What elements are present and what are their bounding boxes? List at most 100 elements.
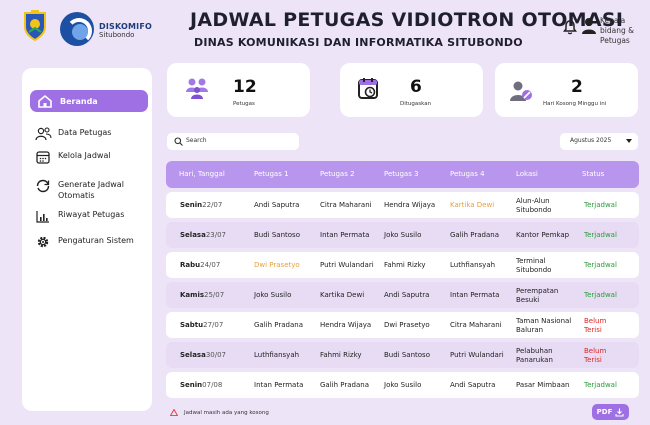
row-day: Selasa30/07 — [180, 351, 226, 359]
warning-text: Jadwal masih ada yang kosong — [184, 409, 269, 416]
row-day: Rabu24/07 — [180, 261, 221, 269]
chart-icon — [36, 211, 49, 223]
search-placeholder: Search — [186, 137, 207, 144]
search-input[interactable]: Search — [167, 133, 299, 150]
brand-title: DISKOMIFO — [99, 22, 153, 31]
table-row[interactable]: Rabu24/07 Dwi Prasetyo Putri Wulandari F… — [166, 252, 639, 278]
table-row[interactable]: Selasa23/07 Budi Santoso Intan Permata J… — [166, 222, 639, 248]
row-petugas-2: Kartika Dewi — [320, 291, 365, 299]
row-petugas-4: Galih Pradana — [450, 231, 499, 239]
gear-icon — [37, 236, 49, 248]
team-icon — [186, 78, 208, 99]
column-header: Petugas 3 — [384, 170, 419, 178]
row-petugas-4: Luthfiansyah — [450, 261, 496, 269]
row-petugas-2: Hendra Wijaya — [320, 321, 372, 329]
refresh-icon — [36, 179, 50, 193]
row-day: Senin22/07 — [180, 201, 223, 209]
notification-bell-icon[interactable] — [562, 19, 578, 35]
sidebar-item-label: Generate Jadwal Otomatis — [58, 180, 124, 200]
row-petugas-4: Kartika Dewi — [450, 201, 495, 209]
sidebar-item-generate-jadwal[interactable]: Generate Jadwal Otomatis — [30, 179, 148, 201]
calendar-icon — [36, 151, 50, 164]
app-header: DISKOMIFO Situbondo JADWAL PETUGAS VIDIO… — [0, 0, 650, 55]
user-icon[interactable] — [581, 17, 597, 35]
row-petugas-1: Dwi Prasetyo — [254, 261, 300, 269]
row-lokasi: Pasar Mimbaan — [516, 381, 570, 389]
table-header: Hari, Tanggal Petugas 1 Petugas 2 Petuga… — [166, 161, 639, 188]
row-petugas-4: Citra Maharani — [450, 321, 502, 329]
sidebar-item-pengaturan[interactable]: Pengaturan Sistem — [30, 235, 148, 249]
stat-card-ditugaskan: 6 Ditugaskan — [340, 63, 483, 117]
kominfo-logo-icon — [60, 12, 94, 46]
row-lokasi: Perempatan Besuki — [516, 287, 559, 304]
sidebar-item-data-petugas[interactable]: Data Petugas — [30, 127, 148, 141]
row-petugas-1: Andi Saputra — [254, 201, 300, 209]
table-row[interactable]: Selasa30/07 Luthfiansyah Fahmi Rizky Bud… — [166, 342, 639, 368]
column-header: Petugas 4 — [450, 170, 485, 178]
column-header: Petugas 1 — [254, 170, 289, 178]
row-status: Terjadwal — [584, 291, 617, 299]
home-icon — [38, 94, 52, 108]
export-pdf-button[interactable]: PDF — [592, 404, 629, 420]
row-lokasi: Terminal Situbondo — [516, 257, 552, 274]
row-day: Sabtu27/07 — [180, 321, 224, 329]
sidebar-item-kelola-jadwal[interactable]: Kelola Jadwal — [30, 150, 148, 164]
stat-label: Petugas — [233, 101, 255, 107]
column-header: Hari, Tanggal — [179, 170, 225, 178]
sidebar-item-beranda[interactable]: Beranda — [30, 90, 148, 112]
warning-icon — [170, 409, 178, 416]
user-off-icon — [510, 81, 532, 101]
row-petugas-3: Budi Santoso — [384, 351, 430, 359]
page-subtitle: DINAS KOMUNIKASI DAN INFORMATIKA SITUBON… — [194, 36, 523, 49]
row-day: Senin07/08 — [180, 381, 223, 389]
row-petugas-4: Intan Permata — [450, 291, 500, 299]
download-icon — [615, 408, 624, 417]
row-petugas-3: Andi Saputra — [384, 291, 430, 299]
row-petugas-3: Fahmi Rizky — [384, 261, 426, 269]
row-petugas-2: Putri Wulandari — [320, 261, 374, 269]
schedule-icon — [358, 78, 378, 99]
sidebar-item-label: Riwayat Petugas — [58, 210, 125, 219]
row-petugas-2: Galih Pradana — [320, 381, 369, 389]
month-select[interactable]: Agustus 2025 — [560, 133, 638, 150]
sidebar-item-label: Pengaturan Sistem — [58, 236, 134, 245]
row-petugas-2: Fahmi Rizky — [320, 351, 362, 359]
row-lokasi: Taman Nasional Baluran — [516, 317, 572, 334]
row-petugas-2: Citra Maharani — [320, 201, 372, 209]
row-status: Terjadwal — [584, 381, 617, 389]
row-petugas-1: Budi Santoso — [254, 231, 300, 239]
row-petugas-3: Dwi Prasetyo — [384, 321, 430, 329]
brand-subtitle: Situbondo — [99, 31, 135, 39]
page-title: JADWAL PETUGAS VIDIOTRON OTOMASI — [190, 9, 624, 31]
row-petugas-3: Joko Susilo — [384, 231, 422, 239]
month-select-value: Agustus 2025 — [570, 137, 612, 144]
warning-message: Jadwal masih ada yang kosong — [170, 409, 269, 416]
user-role-label: Kepala bidang & Petugas — [600, 16, 634, 45]
stat-value: 2 — [571, 77, 583, 97]
stat-card-hari-kosong: 2 Hari Kosong Minggu ini — [495, 63, 638, 117]
sidebar-item-label: Data Petugas — [58, 128, 112, 137]
row-lokasi: Kantor Pemkap — [516, 231, 570, 239]
search-icon — [174, 137, 183, 146]
row-petugas-3: Hendra Wijaya — [384, 201, 436, 209]
row-lokasi: Alun-Alun Situbondo — [516, 197, 552, 214]
row-petugas-1: Intan Permata — [254, 381, 304, 389]
table-row[interactable]: Sabtu27/07 Galih Pradana Hendra Wijaya D… — [166, 312, 639, 338]
stat-card-petugas: 12 Petugas — [167, 63, 310, 117]
brand: DISKOMIFO Situbondo — [99, 22, 152, 39]
table-row[interactable]: Kamis25/07 Joko Susilo Kartika Dewi Andi… — [166, 282, 639, 308]
row-petugas-1: Galih Pradana — [254, 321, 303, 329]
table-row[interactable]: Senin07/08 Intan Permata Galih Pradana J… — [166, 372, 639, 398]
row-status: Terjadwal — [584, 231, 617, 239]
users-icon — [35, 127, 52, 141]
stat-value: 12 — [233, 77, 257, 97]
sidebar-item-riwayat-petugas[interactable]: Riwayat Petugas — [30, 209, 148, 223]
column-header: Status — [582, 170, 605, 178]
table-row[interactable]: Senin22/07 Andi Saputra Citra Maharani H… — [166, 192, 639, 218]
situbondo-logo-icon — [24, 10, 46, 42]
row-status: Belum Terisi — [584, 347, 607, 364]
row-status: Terjadwal — [584, 201, 617, 209]
column-header: Lokasi — [516, 170, 538, 178]
row-petugas-2: Intan Permata — [320, 231, 370, 239]
row-status: Terjadwal — [584, 261, 617, 269]
